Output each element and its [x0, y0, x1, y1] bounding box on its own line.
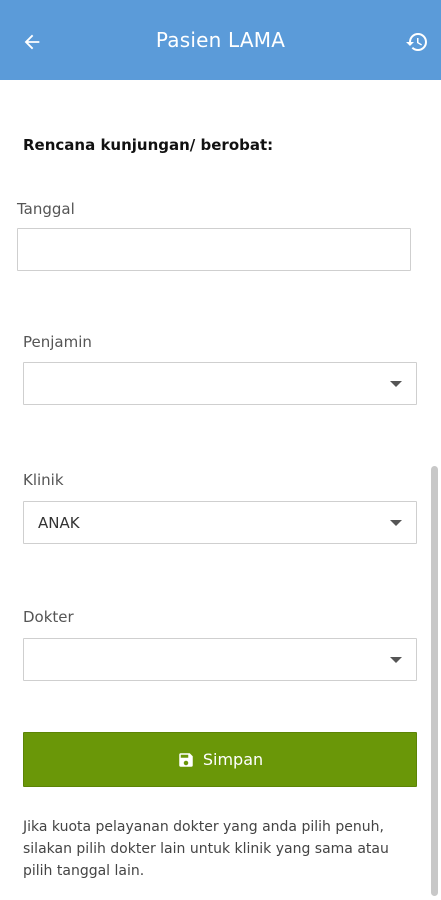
tanggal-label: Tanggal: [17, 200, 75, 218]
tanggal-input[interactable]: [17, 228, 411, 271]
dokter-select[interactable]: [23, 638, 417, 681]
klinik-value: ANAK: [38, 513, 80, 532]
history-button[interactable]: [399, 24, 435, 60]
penjamin-label: Penjamin: [23, 333, 92, 351]
chevron-down-icon: [390, 519, 402, 526]
chevron-down-icon: [390, 380, 402, 387]
klinik-select[interactable]: ANAK: [23, 501, 417, 544]
page-title: Pasien LAMA: [155, 28, 286, 52]
save-button[interactable]: Simpan: [23, 732, 417, 787]
penjamin-select[interactable]: [23, 362, 417, 405]
save-icon: [177, 751, 195, 769]
dokter-label: Dokter: [23, 608, 74, 626]
klinik-label: Klinik: [23, 471, 64, 489]
section-title: Rencana kunjungan/ berobat:: [23, 136, 274, 154]
app-header: Pasien LAMA: [0, 0, 441, 80]
scrollbar[interactable]: [431, 466, 438, 896]
arrow-left-icon: [24, 34, 40, 50]
back-button[interactable]: [14, 24, 50, 60]
info-note: Jika kuota pelayanan dokter yang anda pi…: [23, 819, 389, 879]
history-icon: [406, 33, 427, 52]
save-button-label: Simpan: [202, 750, 264, 769]
chevron-down-icon: [390, 656, 402, 663]
